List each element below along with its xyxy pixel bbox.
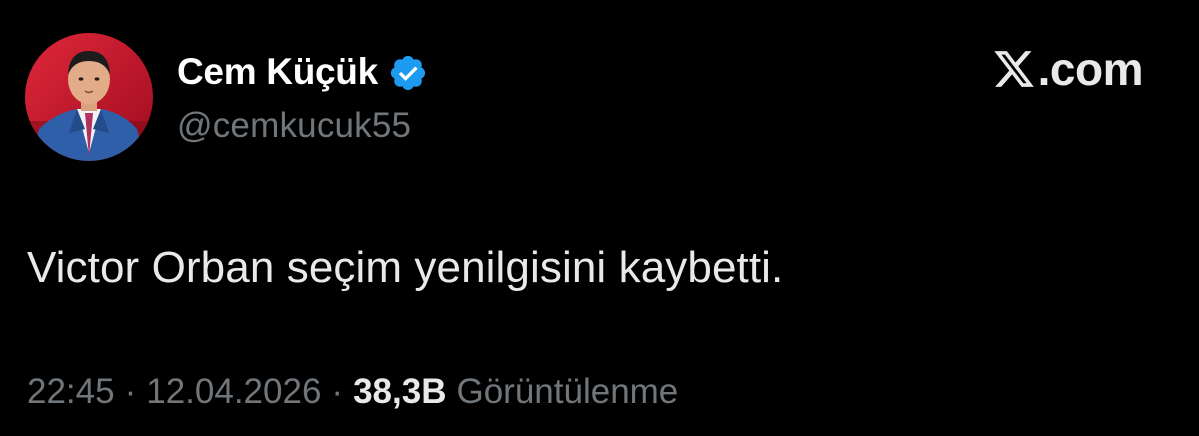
brand-logo: .com [992,43,1144,95]
author-name-row: Cem Küçük [177,48,428,96]
author-display-name[interactable]: Cem Küçük [177,51,378,93]
x-logo-icon [993,51,1034,87]
views-label: Görüntülenme [456,372,679,411]
tweet-date[interactable]: 12.04.2026 [146,372,321,412]
avatar[interactable] [25,33,153,161]
verified-badge-icon [390,55,425,91]
user-avatar-photo [25,33,153,161]
tweet-meta: 22:45 · 12.04.2026 · 38,3B Görüntülenme [27,372,678,412]
brand-domain-text: .com [1037,43,1144,95]
tweet-text: Victor Orban seçim yenilgisini kaybetti. [27,243,784,292]
meta-separator: · [331,372,344,411]
tweet-time[interactable]: 22:45 [27,372,115,412]
tweet-card: Cem Küçük @cemkucuk55 .com Victor Orban … [0,0,1199,436]
meta-separator: · [124,372,137,411]
views-count: 38,3B [353,372,447,411]
author-handle[interactable]: @cemkucuk55 [177,106,411,146]
